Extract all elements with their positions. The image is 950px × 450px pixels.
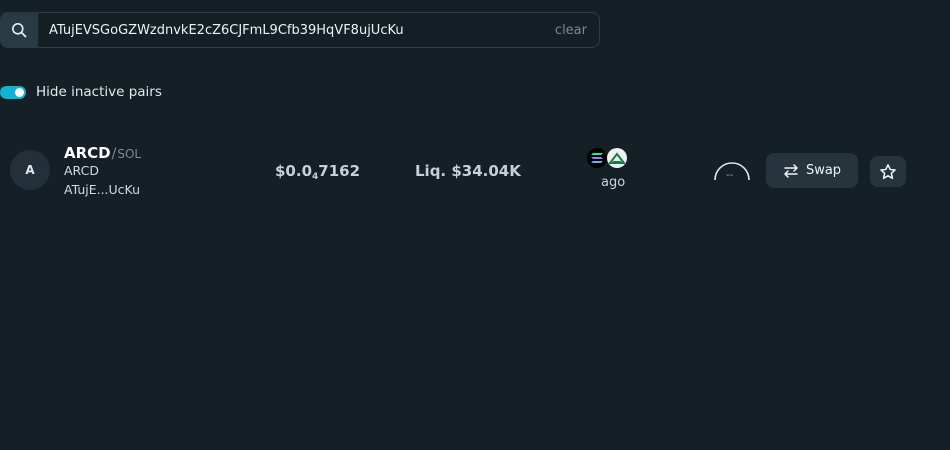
quote-symbol: SOL: [117, 147, 142, 161]
price: $0.047162: [275, 162, 360, 182]
search-field: clear: [38, 12, 600, 48]
search-bar: clear: [0, 12, 600, 48]
raydium-icon: [607, 148, 627, 168]
token-name: ARCD: [64, 163, 99, 178]
token-avatar: A: [10, 150, 50, 190]
liquidity: Liq. $34.04K: [415, 162, 521, 180]
pair-name: ARCD/SOL: [64, 143, 141, 162]
swap-label: Swap: [805, 163, 842, 178]
swap-button[interactable]: Swap: [766, 153, 858, 188]
star-icon: [880, 163, 896, 179]
swap-arrows-icon: [784, 163, 798, 178]
gauge-value: --: [726, 170, 734, 181]
clear-button[interactable]: clear: [555, 23, 587, 38]
hide-inactive-label: Hide inactive pairs: [36, 84, 162, 100]
pair-separator: /: [111, 146, 117, 162]
price-digits: 7162: [318, 162, 361, 180]
pair-age: ago: [601, 175, 626, 190]
search-button[interactable]: [0, 12, 38, 48]
hide-inactive-toggle[interactable]: [0, 85, 26, 99]
search-input[interactable]: [49, 22, 555, 38]
base-symbol: ARCD: [64, 144, 111, 162]
token-address[interactable]: ATujE...UcKu: [64, 182, 140, 197]
price-prefix: $0.0: [275, 162, 313, 180]
gauge: --: [712, 160, 752, 184]
favorite-button[interactable]: [870, 156, 906, 187]
pair-row[interactable]: A ARCD/SOL ARCD ATujE...UcKu $0.047162 L…: [0, 140, 950, 200]
search-icon: [12, 23, 27, 38]
hide-inactive-filter: Hide inactive pairs: [0, 83, 162, 101]
solana-icon: [587, 148, 607, 168]
toggle-knob: [15, 87, 24, 97]
